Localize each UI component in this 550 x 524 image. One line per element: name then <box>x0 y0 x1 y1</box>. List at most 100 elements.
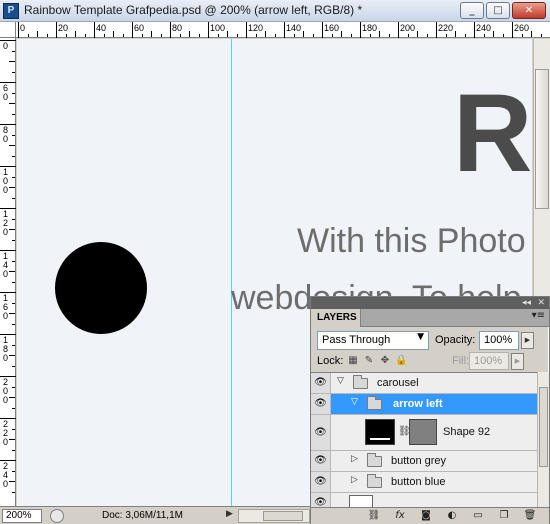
close-panel-icon[interactable]: ✕ <box>537 297 545 309</box>
visibility-eye-icon[interactable]: 👁 <box>311 415 331 450</box>
visibility-eye-icon[interactable]: 👁 <box>311 373 331 393</box>
ruler-minor-tick <box>37 31 38 37</box>
add-mask-icon[interactable]: ◙ <box>419 509 433 523</box>
layer-row-selected[interactable]: 👁 ▽ arrow left <box>311 394 537 415</box>
opacity-slider-arrow-icon[interactable]: ▶ <box>521 332 534 349</box>
trash-icon[interactable]: 🗑 <box>523 509 537 523</box>
canvas-hscroll-thumb[interactable] <box>263 511 303 521</box>
visibility-eye-icon[interactable]: 👁 <box>311 493 331 507</box>
visibility-eye-icon[interactable]: 👁 <box>311 451 331 471</box>
new-group-icon[interactable]: ▭ <box>471 509 485 523</box>
layers-list: 👁 ▽ carousel 👁 ▽ arrow left 👁 ⛓ Shape 92 <box>311 372 537 507</box>
opacity-input[interactable]: 100% <box>479 331 519 350</box>
collapsed-triangle-icon[interactable]: ▷ <box>351 475 358 485</box>
fx-icon[interactable]: fx <box>393 509 407 523</box>
ruler-minor-tick <box>417 31 418 37</box>
lock-position-icon[interactable]: ✥ <box>379 355 391 367</box>
minimize-button[interactable]: _ <box>460 2 484 19</box>
close-button[interactable]: ✕ <box>512 2 546 19</box>
link-layers-icon[interactable]: ⛓ <box>367 509 381 523</box>
ruler-minor-tick <box>113 31 114 37</box>
ruler-tick <box>94 22 95 38</box>
expand-triangle-icon[interactable]: ▽ <box>351 397 358 407</box>
document-size-info: Doc: 3,06M/11,1M <box>102 510 183 521</box>
tab-layers[interactable]: LAYERS <box>311 309 361 327</box>
visibility-eye-icon[interactable]: 👁 <box>311 472 331 492</box>
photoshop-app-icon: P <box>3 3 19 19</box>
ruler-minor-tick <box>12 323 15 325</box>
ruler-minor-tick <box>9 229 15 230</box>
ruler-minor-tick <box>274 34 276 37</box>
fill-input[interactable]: 100% <box>469 352 509 370</box>
lock-transparency-icon[interactable]: ▦ <box>347 355 359 367</box>
ruler-minor-tick <box>9 61 15 62</box>
zoom-level-field[interactable]: 200% <box>2 509 42 523</box>
ruler-tick <box>208 22 209 38</box>
ruler-minor-tick <box>464 34 466 37</box>
panel-title-grip[interactable]: ◂◂ ✕ <box>311 297 549 309</box>
collapse-panel-icon[interactable]: ◂◂ <box>522 297 531 309</box>
new-layer-icon[interactable]: ❐ <box>497 509 511 523</box>
ruler-minor-tick <box>369 34 371 37</box>
ruler-label: 0 <box>3 134 9 144</box>
ruler-minor-tick <box>75 31 76 37</box>
status-info-icon[interactable] <box>50 509 64 523</box>
collapsed-triangle-icon[interactable]: ▷ <box>351 454 358 464</box>
ruler-label: 0 <box>3 395 9 405</box>
ruler-minor-tick <box>236 34 238 37</box>
status-menu-arrow-icon[interactable]: ▶ <box>226 509 233 519</box>
vector-mask-thumbnail[interactable] <box>409 419 437 445</box>
canvas-horizontal-scrollbar[interactable] <box>238 509 310 523</box>
ruler-minor-tick <box>445 34 447 37</box>
ruler-minor-tick <box>198 34 200 37</box>
ruler-label: 260 <box>514 23 530 33</box>
ruler-minor-tick <box>12 155 15 157</box>
ruler-minor-tick <box>12 197 15 199</box>
ruler-minor-tick <box>9 397 15 398</box>
layer-row[interactable]: 👁 ▷ button grey <box>311 451 537 472</box>
visibility-eye-icon[interactable]: 👁 <box>311 394 331 414</box>
folder-icon <box>353 375 368 389</box>
adjustment-layer-icon[interactable]: ◐ <box>445 509 459 523</box>
ruler-minor-tick <box>9 355 15 356</box>
opacity-label: Opacity: <box>435 334 476 346</box>
ruler-minor-tick <box>293 34 295 37</box>
layer-row[interactable]: 👁 ▽ carousel <box>311 373 537 394</box>
ruler-label: 0 <box>3 353 9 363</box>
ruler-label: 80 <box>172 23 183 33</box>
ruler-minor-tick <box>12 470 15 472</box>
lock-all-icon[interactable]: 🔒 <box>395 355 407 367</box>
ruler-minor-tick <box>217 34 219 37</box>
lock-image-icon[interactable]: ✎ <box>363 355 375 367</box>
ruler-minor-tick <box>540 34 542 37</box>
cyan-guide-line[interactable] <box>231 39 232 506</box>
layers-scrollbar[interactable] <box>537 372 549 507</box>
ruler-origin[interactable] <box>0 22 16 38</box>
ruler-label: 100 <box>210 23 226 33</box>
ruler-minor-tick <box>379 31 380 37</box>
ruler-label: 180 <box>362 23 378 33</box>
ruler-label: 200 <box>400 23 416 33</box>
blend-mode-select[interactable]: Pass Through ▼ <box>317 331 429 350</box>
layers-panel-footer: ⛓ fx ◙ ◐ ▭ ❐ 🗑 <box>311 507 549 524</box>
ruler-minor-tick <box>189 31 190 37</box>
panel-menu-icon[interactable]: ▾≡ <box>532 310 545 321</box>
layer-row[interactable]: 👁 ▷ button blue <box>311 472 537 493</box>
document-title-bar[interactable]: P Rainbow Template Grafpedia.psd @ 200% … <box>0 0 550 22</box>
horizontal-ruler[interactable]: 0 20 40 60 80 100 120 140 160 180 200 220 240 260 <box>16 22 550 38</box>
ruler-label: 0 <box>3 92 9 102</box>
canvas-scroll-thumb[interactable] <box>535 69 549 209</box>
ruler-minor-tick <box>12 71 15 73</box>
layer-row[interactable]: 👁 ⛓ Shape 92 <box>311 415 537 451</box>
black-circle-shape[interactable] <box>55 242 147 334</box>
maximize-button[interactable]: □ <box>486 2 510 19</box>
fill-slider-arrow-icon[interactable]: ▶ <box>511 353 524 370</box>
ruler-minor-tick <box>9 313 15 314</box>
ruler-minor-tick <box>227 31 228 37</box>
vertical-ruler[interactable]: 06080100120140160180200220240 <box>0 38 16 506</box>
layer-row[interactable]: 👁 <box>311 493 537 507</box>
ruler-tick <box>246 22 247 38</box>
expand-triangle-icon[interactable]: ▽ <box>337 376 344 386</box>
ruler-tick <box>132 22 133 38</box>
layers-scroll-thumb[interactable] <box>539 387 548 467</box>
